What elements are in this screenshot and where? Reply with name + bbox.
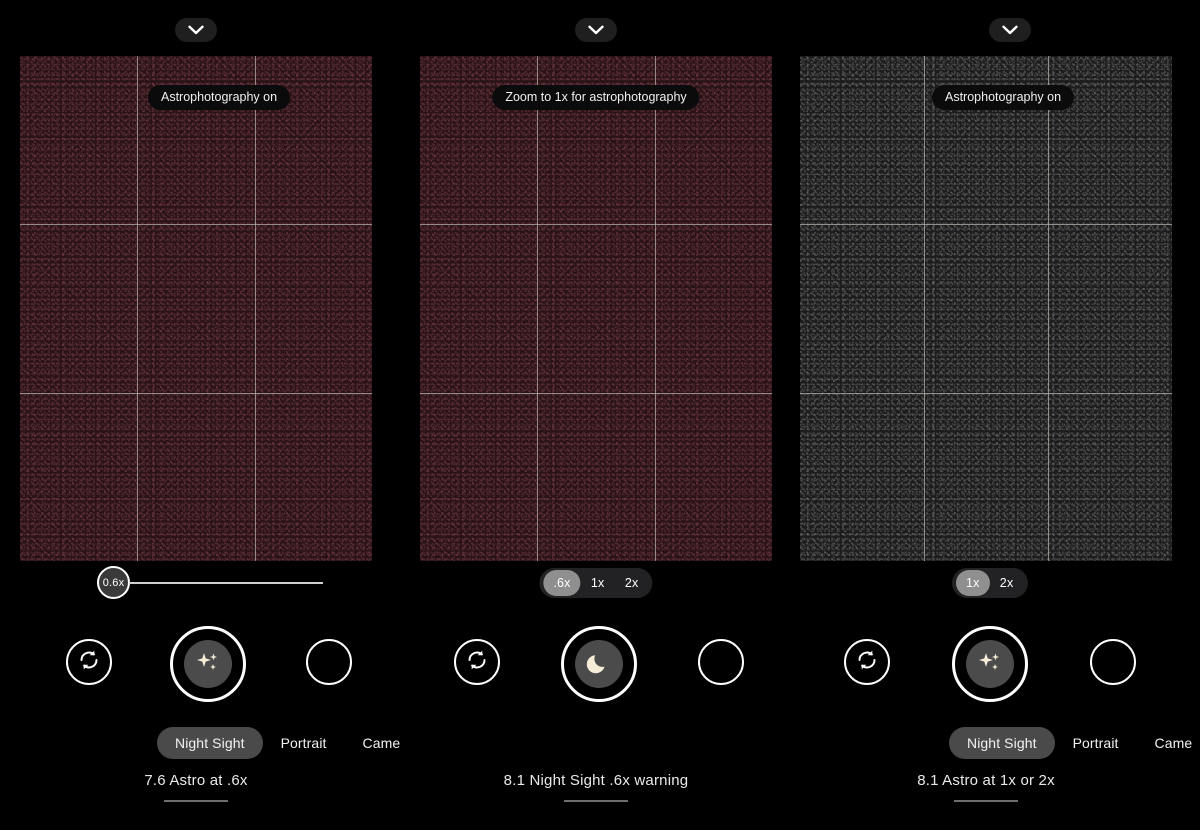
viewfinder-2[interactable] [420,56,772,561]
viewfinder-1[interactable] [20,56,372,561]
gallery-thumbnail-1[interactable] [306,639,352,685]
caption-underline-3 [954,800,1018,802]
mode-strip-1: Night Sight Portrait Came [157,726,418,760]
composition-grid-2 [420,56,772,561]
zoom-option-1x-3[interactable]: 1x [956,570,990,596]
mode-portrait-1[interactable]: Portrait [263,727,345,759]
camera-flip-button-3[interactable] [844,639,890,685]
shutter-core-3 [966,640,1014,688]
screenshot-stage: Astrophotography on 0.6x [0,0,1200,830]
camera-panel-3: Astrophotography on 1x 2x [800,0,1200,830]
chevron-down-icon [1002,25,1018,35]
chevron-down-icon [588,25,604,35]
astro-toast-3: Astrophotography on [932,85,1074,110]
shutter-button-2[interactable] [561,626,637,702]
shutter-button-3[interactable] [952,626,1028,702]
shutter-button-1[interactable] [170,626,246,702]
mode-night-sight-1[interactable]: Night Sight [157,727,263,759]
viewfinder-3[interactable] [800,56,1172,561]
zoom-controls-3: 1x 2x [800,566,1200,608]
shutter-core-2 [575,640,623,688]
camera-flip-button-1[interactable] [66,639,112,685]
sparkle-stars-icon [975,647,1005,682]
camera-panel-2: Zoom to 1x for astrophotography .6x 1x 2… [400,0,792,830]
chevron-down-icon [188,25,204,35]
zoom-controls-1: 0.6x [0,566,392,608]
shutter-controls-3 [800,626,1200,704]
top-chevron-pill-3[interactable] [989,18,1031,42]
sparkle-stars-icon [193,647,223,682]
zoom-slider-knob-1[interactable]: 0.6x [97,566,130,599]
camera-flip-icon [854,647,880,678]
panel-caption-3: 8.1 Astro at 1x or 2x [800,772,1172,789]
caption-underline-1 [164,800,228,802]
zoom-slider-1[interactable]: 0.6x [97,566,323,599]
panel-caption-2: 8.1 Night Sight .6x warning [400,772,792,789]
zoom-slider-track-1[interactable] [129,582,323,584]
panel-caption-1: 7.6 Astro at .6x [0,772,392,789]
astro-toast-2: Zoom to 1x for astrophotography [492,85,699,110]
zoom-pill-2: .6x 1x 2x [539,568,652,598]
shutter-controls-1 [0,626,392,704]
zoom-option-2x-2[interactable]: 2x [615,570,649,596]
zoom-controls-2: .6x 1x 2x [400,566,792,608]
crescent-moon-icon [585,648,613,681]
zoom-option-06x-2[interactable]: .6x [543,570,580,596]
astro-toast-1: Astrophotography on [148,85,290,110]
shutter-controls-2 [400,626,792,704]
top-chevron-pill-1[interactable] [175,18,217,42]
top-chevron-pill-2[interactable] [575,18,617,42]
caption-underline-2 [564,800,628,802]
camera-flip-icon [76,647,102,678]
zoom-option-2x-3[interactable]: 2x [990,570,1024,596]
gallery-thumbnail-3[interactable] [1090,639,1136,685]
camera-flip-button-2[interactable] [454,639,500,685]
camera-panel-1: Astrophotography on 0.6x [0,0,392,830]
composition-grid-3 [800,56,1172,561]
gallery-thumbnail-2[interactable] [698,639,744,685]
shutter-core-1 [184,640,232,688]
zoom-option-1x-2[interactable]: 1x [581,570,615,596]
zoom-pill-3: 1x 2x [952,568,1028,598]
composition-grid-1 [20,56,372,561]
camera-flip-icon [464,647,490,678]
